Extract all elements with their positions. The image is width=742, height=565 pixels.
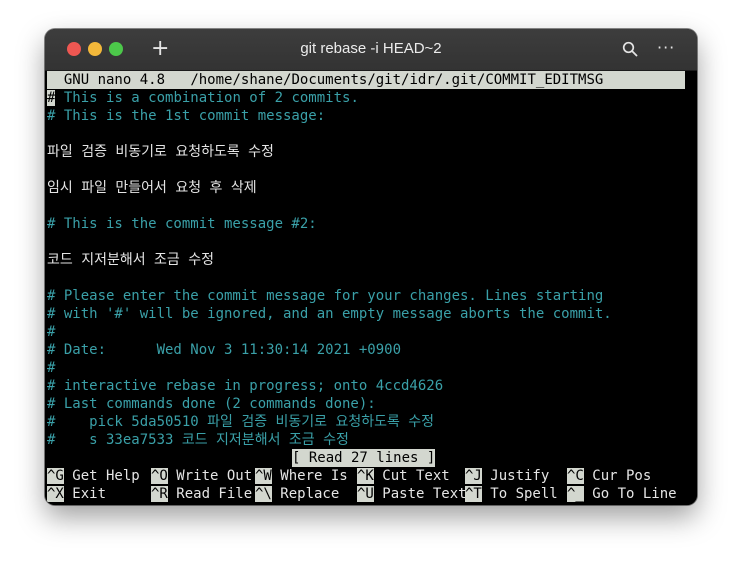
nano-filename: /home/shane/Documents/git/idr/.git/COMMI…: [190, 72, 604, 88]
shortcut-label: Cut Text: [373, 468, 450, 484]
shortcut-key: ^J: [465, 468, 482, 484]
shortcut-key: ^X: [47, 486, 64, 502]
shortcut-exit[interactable]: ^X Exit: [47, 485, 106, 503]
editor-line: 임시 파일 만들어서 요청 후 삭제: [47, 180, 257, 196]
editor-line: # This is a combination of 2 commits.: [47, 90, 359, 106]
editor-line: 파일 검증 비동기로 요청하도록 수정: [47, 144, 274, 160]
shortcut-key: ^O: [151, 468, 168, 484]
shortcut-key: ^T: [465, 486, 482, 502]
shortcut-paste-text[interactable]: ^U Paste Text: [357, 485, 467, 503]
shortcut-go-to-line[interactable]: ^_ Go To Line: [567, 485, 677, 503]
editor-line: # Date: Wed Nov 3 11:30:14 2021 +0900: [47, 342, 402, 358]
shortcut-justify[interactable]: ^J Justify: [465, 467, 549, 485]
shortcut-label: Paste Text: [373, 486, 467, 502]
title-bar[interactable]: + git rebase -i HEAD~2 ···: [45, 29, 697, 71]
search-icon[interactable]: [622, 41, 638, 57]
shortcut-label: Read File: [167, 486, 253, 502]
shortcut-cur-pos[interactable]: ^C Cur Pos: [567, 467, 651, 485]
shortcut-label: Where Is: [271, 468, 348, 484]
shortcut-key: ^R: [151, 486, 168, 502]
shortcut-label: To Spell: [481, 486, 558, 502]
shortcut-key: ^\: [255, 486, 272, 502]
editor-line: 코드 지저분해서 조금 수정: [47, 252, 214, 268]
more-menu-icon[interactable]: ···: [657, 38, 675, 57]
shortcut-key: ^W: [255, 468, 272, 484]
shortcut-read-file[interactable]: ^R Read File: [151, 485, 252, 503]
editor-line: #: [47, 324, 56, 340]
editor-line: # with '#' will be ignored, and an empty…: [47, 306, 612, 322]
editor-line: # Please enter the commit message for yo…: [47, 288, 604, 304]
shortcut-label: Exit: [63, 486, 107, 502]
editor-line: #: [47, 360, 56, 376]
terminal-window: + git rebase -i HEAD~2 ··· GNU nano 4.8 …: [45, 29, 697, 505]
nano-header: GNU nano 4.8 /home/shane/Documents/git/i…: [47, 71, 685, 89]
shortcut-key: ^C: [567, 468, 584, 484]
shortcut-label: Write Out: [167, 468, 253, 484]
shortcut-cut-text[interactable]: ^K Cut Text: [357, 467, 450, 485]
shortcut-get-help[interactable]: ^G Get Help: [47, 467, 140, 485]
nano-version: GNU nano 4.8: [63, 72, 166, 88]
shortcut-key: ^_: [567, 486, 584, 502]
shortcut-label: Get Help: [63, 468, 140, 484]
shortcut-label: Go To Line: [583, 486, 677, 502]
window-title: git rebase -i HEAD~2: [300, 40, 442, 57]
editor-line: # Last commands done (2 commands done):: [47, 396, 376, 412]
shortcut-key: ^K: [357, 468, 374, 484]
shortcut-replace[interactable]: ^\ Replace: [255, 485, 339, 503]
shortcut-label: Cur Pos: [583, 468, 652, 484]
shortcut-label: Replace: [271, 486, 340, 502]
terminal-content[interactable]: GNU nano 4.8 /home/shane/Documents/git/i…: [45, 71, 697, 505]
editor-line: # This is the commit message #2:: [47, 216, 317, 232]
shortcut-where-is[interactable]: ^W Where Is: [255, 467, 348, 485]
shortcut-to-spell[interactable]: ^T To Spell: [465, 485, 558, 503]
editor-line: # pick 5da50510 파일 검증 비동기로 요청하도록 수정: [47, 414, 435, 430]
shortcut-key: ^U: [357, 486, 374, 502]
editor-line: # This is the 1st commit message:: [47, 108, 326, 124]
shortcut-label: Justify: [481, 468, 550, 484]
shortcut-write-out[interactable]: ^O Write Out: [151, 467, 252, 485]
editor-line: # s 33ea7533 코드 지저분해서 조금 수정: [47, 432, 349, 448]
editor-line: # interactive rebase in progress; onto 4…: [47, 378, 444, 394]
shortcut-key: ^G: [47, 468, 64, 484]
status-message: [ Read 27 lines ]: [292, 449, 436, 467]
